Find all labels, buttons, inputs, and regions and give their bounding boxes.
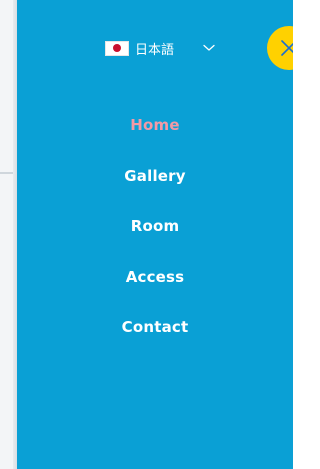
nav-item-room: Room: [17, 201, 293, 252]
backdrop-divider: [0, 172, 13, 174]
nav-item-contact: Contact: [17, 302, 293, 353]
language-selector[interactable]: 日本語: [105, 37, 216, 59]
nav-link-home[interactable]: Home: [130, 116, 179, 134]
close-menu-button[interactable]: [267, 26, 293, 70]
nav-item-home: Home: [17, 100, 293, 151]
language-label: 日本語: [135, 42, 175, 58]
nav-link-access[interactable]: Access: [126, 268, 185, 286]
nav-item-gallery: Gallery: [17, 151, 293, 202]
nav-link-gallery[interactable]: Gallery: [124, 167, 185, 185]
close-icon: [280, 39, 293, 57]
nav-link-contact[interactable]: Contact: [122, 318, 189, 336]
nav-menu: Home Gallery Room Access Contact: [17, 100, 293, 353]
nav-item-access: Access: [17, 252, 293, 303]
nav-link-room[interactable]: Room: [131, 217, 180, 235]
japan-flag-icon: [105, 40, 129, 56]
page: 日本語 Home Gallery Room Access Contact: [0, 0, 293, 469]
chevron-down-icon: [202, 41, 216, 55]
